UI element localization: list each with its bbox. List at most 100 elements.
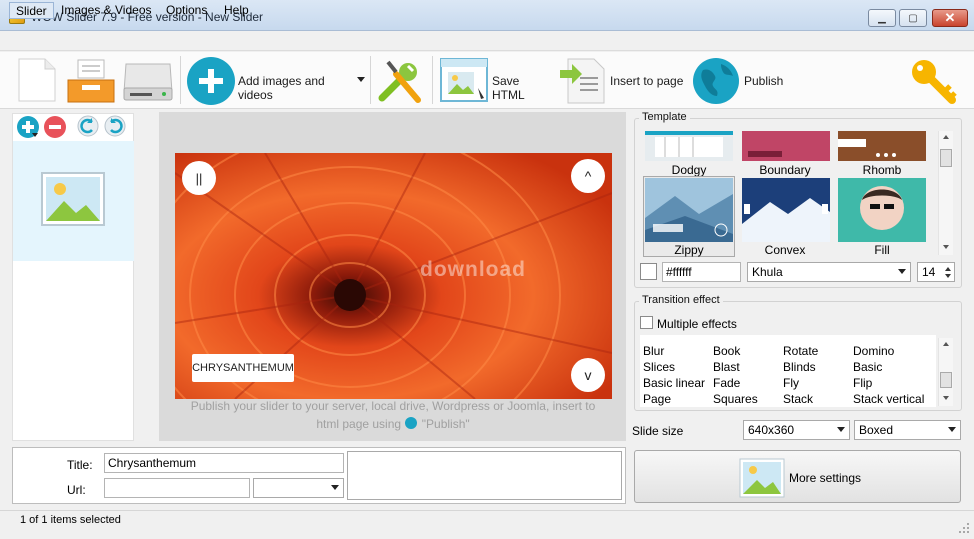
toolbar-separator bbox=[180, 56, 181, 104]
template-thumb-rhomb[interactable] bbox=[838, 131, 926, 161]
multiple-effects-checkbox[interactable] bbox=[640, 316, 653, 329]
publish-button[interactable]: Publish bbox=[691, 56, 791, 106]
remove-icon bbox=[44, 116, 66, 138]
effect-item[interactable]: Stack bbox=[783, 391, 818, 407]
add-images-button[interactable]: Add images and videos bbox=[185, 56, 357, 106]
template-label-boundary[interactable]: Boundary bbox=[740, 163, 830, 177]
effect-item[interactable]: Stack vertical bbox=[853, 391, 924, 407]
effect-item[interactable]: Blur bbox=[643, 343, 705, 359]
transition-group-title: Transition effect bbox=[639, 294, 723, 306]
template-label-zippy[interactable]: Zippy bbox=[644, 243, 734, 257]
globe-small-icon bbox=[405, 417, 418, 429]
slide-size-label: Slide size bbox=[632, 424, 684, 438]
minimize-button[interactable]: ▁ bbox=[868, 9, 896, 27]
effect-item[interactable]: Blinds bbox=[783, 359, 818, 375]
font-size-stepper[interactable]: 14 bbox=[917, 262, 955, 282]
insert-to-page-label: Insert to page bbox=[610, 74, 684, 88]
status-text: 1 of 1 items selected bbox=[20, 514, 121, 526]
dropdown-arrow-icon bbox=[837, 427, 845, 432]
slide-mode-select[interactable]: Boxed bbox=[854, 420, 961, 440]
globe-icon bbox=[693, 58, 739, 104]
license-key-button[interactable] bbox=[908, 56, 962, 106]
effect-item[interactable]: Basic linear bbox=[643, 375, 705, 391]
template-thumb-fill[interactable] bbox=[838, 178, 926, 242]
close-button[interactable]: ✕ bbox=[932, 9, 968, 27]
color-swatch[interactable] bbox=[640, 263, 657, 280]
template-thumb-boundary[interactable] bbox=[742, 131, 830, 161]
image-settings-icon bbox=[739, 458, 785, 498]
template-label-convex[interactable]: Convex bbox=[740, 243, 830, 257]
key-icon bbox=[912, 60, 957, 104]
dropdown-arrow-icon bbox=[331, 485, 339, 490]
template-label-rhomb[interactable]: Rhomb bbox=[837, 163, 927, 177]
maximize-button[interactable]: ▢ bbox=[899, 9, 927, 27]
effect-item[interactable]: Rotate bbox=[783, 343, 818, 359]
description-textarea[interactable] bbox=[347, 451, 622, 500]
add-images-dropdown[interactable] bbox=[355, 72, 367, 86]
effects-column-4: Domino Basic Flip Stack vertical bbox=[853, 343, 924, 407]
toolbar-separator bbox=[370, 56, 371, 104]
multiple-effects-label[interactable]: Multiple effects bbox=[657, 317, 737, 331]
scroll-down-icon[interactable] bbox=[943, 396, 949, 400]
drive-icon bbox=[123, 63, 173, 101]
add-item-button[interactable] bbox=[16, 115, 40, 139]
title-input[interactable]: Chrysanthemum bbox=[104, 453, 344, 473]
effect-item[interactable]: Fade bbox=[713, 375, 758, 391]
scroll-up-icon[interactable] bbox=[943, 342, 949, 346]
menu-slider[interactable]: Slider bbox=[9, 2, 54, 19]
prev-slide-button[interactable]: ^ bbox=[571, 159, 605, 193]
template-thumb-zippy[interactable] bbox=[645, 178, 733, 242]
template-scrollbar[interactable] bbox=[938, 131, 953, 255]
url-input[interactable] bbox=[104, 478, 250, 498]
image-placeholder-icon bbox=[41, 172, 105, 226]
template-label-dodgy[interactable]: Dodgy bbox=[644, 163, 734, 177]
scroll-thumb[interactable] bbox=[940, 372, 952, 388]
tools-button[interactable] bbox=[374, 56, 426, 106]
chevron-down-icon: v bbox=[584, 367, 592, 383]
font-size-value: 14 bbox=[922, 265, 936, 279]
menu-images-videos[interactable]: Images & Videos bbox=[55, 2, 158, 19]
remove-item-button[interactable] bbox=[43, 115, 67, 139]
save-html-button[interactable]: Save HTML bbox=[438, 56, 553, 106]
resize-grip-icon[interactable] bbox=[958, 522, 970, 534]
url-target-select[interactable] bbox=[253, 478, 344, 498]
scroll-down-icon[interactable] bbox=[943, 245, 949, 249]
font-select[interactable]: Khula bbox=[747, 262, 911, 282]
insert-to-page-button[interactable]: Insert to page bbox=[558, 56, 686, 106]
open-slider-button[interactable] bbox=[66, 58, 116, 104]
rotate-right-button[interactable] bbox=[104, 115, 126, 137]
effects-scrollbar[interactable] bbox=[938, 338, 953, 406]
effect-item[interactable]: Fly bbox=[783, 375, 818, 391]
effect-item[interactable]: Basic bbox=[853, 359, 924, 375]
slide-thumbnail[interactable] bbox=[13, 141, 134, 261]
more-settings-button[interactable]: More settings bbox=[634, 450, 961, 503]
pause-button[interactable]: || bbox=[182, 161, 216, 195]
template-label-fill[interactable]: Fill bbox=[837, 243, 927, 257]
template-thumb-dodgy[interactable] bbox=[645, 131, 733, 161]
effect-item[interactable]: Flip bbox=[853, 375, 924, 391]
scroll-up-icon[interactable] bbox=[943, 135, 949, 139]
stepper-arrows-icon[interactable] bbox=[944, 265, 952, 279]
publish-hint-line2: html page using "Publish" bbox=[176, 415, 610, 433]
effect-item[interactable]: Slices bbox=[643, 359, 705, 375]
effect-item[interactable]: Blast bbox=[713, 359, 758, 375]
effects-column-2: Book Blast Fade Squares bbox=[713, 343, 758, 407]
scroll-thumb[interactable] bbox=[940, 149, 952, 167]
effect-item[interactable]: Page bbox=[643, 391, 705, 407]
slide-size-select[interactable]: 640x360 bbox=[743, 420, 850, 440]
publish-hint-text: html page using bbox=[316, 417, 402, 431]
menu-options[interactable]: Options bbox=[160, 2, 213, 19]
effect-item[interactable]: Domino bbox=[853, 343, 924, 359]
menu-help[interactable]: Help bbox=[218, 2, 255, 19]
new-document-icon bbox=[18, 58, 56, 102]
next-slide-button[interactable]: v bbox=[571, 358, 605, 392]
template-gallery: Dodgy Boundary Rhomb Zippy Convex Fill bbox=[640, 131, 936, 257]
rotate-left-button[interactable] bbox=[77, 115, 99, 137]
color-hex-input[interactable]: #ffffff bbox=[662, 262, 741, 282]
effect-item[interactable]: Squares bbox=[713, 391, 758, 407]
slide-mode-value: Boxed bbox=[859, 423, 894, 437]
template-thumb-convex[interactable] bbox=[742, 178, 830, 242]
new-slider-button[interactable] bbox=[16, 57, 58, 103]
effect-item[interactable]: Book bbox=[713, 343, 758, 359]
save-slider-button[interactable] bbox=[122, 58, 174, 104]
